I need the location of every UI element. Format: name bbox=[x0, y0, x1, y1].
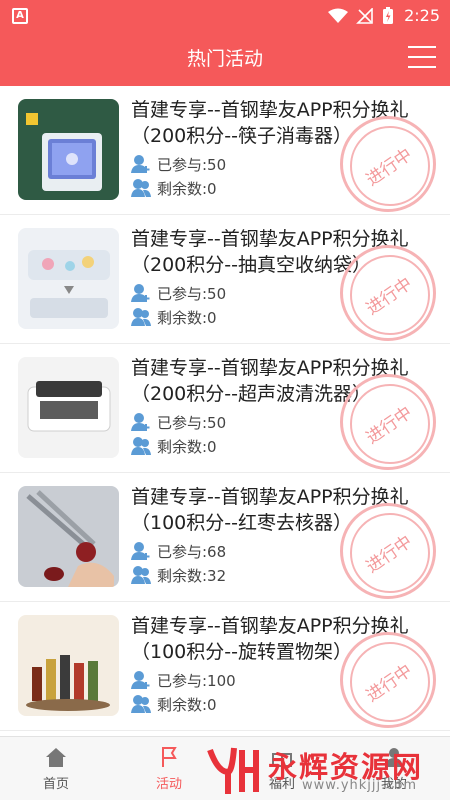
remaining-count: 剩余数:0 bbox=[131, 177, 217, 199]
joined-label: 已参与:50 bbox=[157, 413, 227, 432]
wifi-icon bbox=[328, 8, 348, 23]
activity-thumbnail bbox=[18, 357, 119, 458]
joined-label: 已参与:50 bbox=[157, 284, 227, 303]
user-add-icon bbox=[131, 284, 150, 302]
activity-thumbnail bbox=[18, 99, 119, 200]
user-add-icon bbox=[131, 671, 150, 689]
joined-count: 已参与:68 bbox=[131, 540, 226, 562]
activity-title: 首建专享--首钢挚友APP积分换礼（100积分--旋转置物架） bbox=[131, 615, 409, 663]
remaining-count: 剩余数:32 bbox=[131, 564, 226, 586]
activity-thumbnail bbox=[18, 486, 119, 587]
remaining-label: 剩余数:0 bbox=[157, 695, 217, 714]
remaining-count: 剩余数:0 bbox=[131, 693, 217, 715]
watermark-logo bbox=[207, 747, 259, 794]
users-icon bbox=[131, 308, 151, 326]
activity-title: 首建专享--首钢挚友APP积分换礼（200积分--超声波清洗器） bbox=[131, 357, 409, 405]
battery-icon bbox=[383, 7, 393, 24]
user-add-icon bbox=[131, 155, 150, 173]
remaining-label: 剩余数:0 bbox=[157, 308, 217, 327]
activity-title: 首建专享--首钢挚友APP积分换礼（200积分--筷子消毒器） bbox=[131, 99, 409, 147]
home-icon bbox=[46, 748, 66, 767]
joined-label: 已参与:68 bbox=[157, 542, 227, 561]
activity-title: 首建专享--首钢挚友APP积分换礼（100积分--红枣去核器） bbox=[131, 486, 409, 534]
watermark: 永辉资源网 www.yhkjjj.com bbox=[204, 742, 444, 800]
users-icon bbox=[131, 437, 151, 455]
activity-item[interactable]: 首建专享--首钢挚友APP积分换礼（200积分--抽真空收纳袋） 已参与:50 … bbox=[0, 215, 450, 344]
app-notification-icon: A bbox=[12, 8, 28, 24]
activity-item[interactable]: 首建专享--首钢挚友APP积分换礼（200积分--超声波清洗器） 已参与:50 … bbox=[0, 344, 450, 473]
remaining-label: 剩余数:0 bbox=[157, 179, 217, 198]
joined-count: 已参与:50 bbox=[131, 153, 226, 175]
tab-label: 首页 bbox=[42, 777, 69, 792]
activity-thumbnail bbox=[18, 615, 119, 716]
remaining-count: 剩余数:0 bbox=[131, 435, 217, 457]
user-add-icon bbox=[131, 542, 150, 560]
tab-activity[interactable]: 活动 bbox=[139, 745, 199, 792]
clock: 2:25 bbox=[404, 6, 440, 25]
users-icon bbox=[131, 695, 151, 713]
joined-count: 已参与:50 bbox=[131, 282, 226, 304]
remaining-label: 剩余数:0 bbox=[157, 437, 217, 456]
activity-list: 首建专享--首钢挚友APP积分换礼（200积分--筷子消毒器） 已参与:50 剩… bbox=[0, 86, 450, 736]
app-header: 热门活动 bbox=[0, 32, 450, 86]
flag-icon bbox=[162, 747, 177, 767]
joined-label: 已参与:100 bbox=[157, 671, 236, 690]
tab-home[interactable]: 首页 bbox=[26, 745, 86, 792]
activity-thumbnail bbox=[18, 228, 119, 329]
joined-count: 已参与:50 bbox=[131, 411, 226, 433]
status-bar: A 2:25 bbox=[0, 0, 450, 32]
system-icons bbox=[328, 7, 394, 25]
activity-item[interactable]: 首建专享--首钢挚友APP积分换礼（100积分--旋转置物架） 已参与:100 … bbox=[0, 602, 450, 731]
activity-title: 首建专享--首钢挚友APP积分换礼（200积分--抽真空收纳袋） bbox=[131, 228, 409, 276]
tab-label: 活动 bbox=[155, 777, 182, 792]
users-icon bbox=[131, 179, 151, 197]
menu-icon[interactable] bbox=[408, 46, 436, 68]
user-add-icon bbox=[131, 413, 150, 431]
users-icon bbox=[131, 566, 151, 584]
remaining-label: 剩余数:32 bbox=[157, 566, 227, 585]
activity-item[interactable]: 首建专享--首钢挚友APP积分换礼（100积分--红枣去核器） 已参与:68 剩… bbox=[0, 473, 450, 602]
joined-count: 已参与:100 bbox=[131, 669, 236, 691]
page-title: 热门活动 bbox=[186, 48, 263, 70]
joined-label: 已参与:50 bbox=[157, 155, 227, 174]
activity-item[interactable]: 首建专享--首钢挚友APP积分换礼（200积分--筷子消毒器） 已参与:50 剩… bbox=[0, 86, 450, 215]
remaining-count: 剩余数:0 bbox=[131, 306, 217, 328]
watermark-url: www.yhkjjj.com bbox=[302, 778, 418, 793]
no-signal-icon bbox=[356, 8, 373, 24]
